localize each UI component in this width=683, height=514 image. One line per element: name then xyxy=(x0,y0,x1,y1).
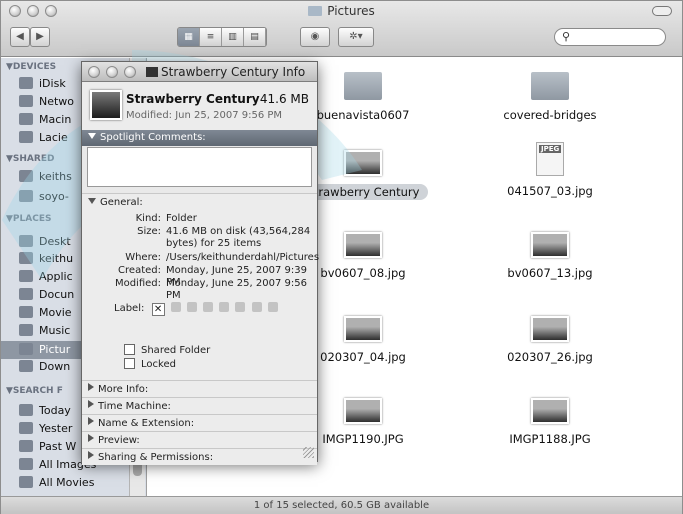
info-header: Strawberry Century 41.6 MB Modified: Jun… xyxy=(82,82,317,130)
preview-section[interactable]: Preview: xyxy=(82,431,317,448)
info-window-title: Strawberry Century Info xyxy=(146,65,305,79)
list-view-button[interactable]: ≡ xyxy=(200,28,222,46)
item-name: Strawberry Century xyxy=(126,92,260,106)
shared-folder-checkbox[interactable]: Shared Folder xyxy=(124,344,210,356)
view-mode-control: ▦ ≡ ▥ ▤ xyxy=(177,27,267,47)
label-none-button[interactable]: ✕ xyxy=(151,303,165,316)
disclosure-triangle-icon xyxy=(88,434,94,442)
coverflow-view-button[interactable]: ▤ xyxy=(244,28,266,46)
disclosure-triangle-icon xyxy=(88,133,96,139)
sidebar-item-all-movies[interactable]: All Movies xyxy=(19,474,145,492)
clock-icon xyxy=(19,404,33,416)
file-item[interactable]: IMGP1188.JPG xyxy=(475,390,625,446)
folder-preview-icon xyxy=(90,90,122,120)
smart-folder-icon xyxy=(19,458,33,470)
toolbar-toggle-button[interactable] xyxy=(652,6,672,16)
folder-icon xyxy=(344,72,382,100)
photo-thumbnail xyxy=(344,150,382,176)
documents-icon xyxy=(19,288,33,300)
disclosure-triangle-icon xyxy=(88,198,96,204)
locked-checkbox[interactable]: Locked xyxy=(124,358,176,370)
item-modified: Modified: Jun 25, 2007 9:56 PM xyxy=(126,110,283,121)
minimize-button[interactable] xyxy=(106,66,118,78)
photo-thumbnail xyxy=(344,316,382,342)
window-title: Pictures xyxy=(1,4,682,18)
forward-button[interactable]: ▶ xyxy=(30,27,50,47)
sidebar-section-places[interactable]: ▼PLACES xyxy=(6,214,51,224)
photo-thumbnail xyxy=(344,232,382,258)
idisk-icon xyxy=(19,77,33,89)
label-green-swatch[interactable] xyxy=(219,302,230,312)
downloads-icon xyxy=(19,360,33,372)
search-icon: ⚲ xyxy=(562,30,571,43)
external-drive-icon xyxy=(19,131,33,143)
general-section[interactable]: General: xyxy=(82,193,317,210)
computer-icon xyxy=(19,170,33,182)
file-item[interactable]: JPEG 041507_03.jpg xyxy=(475,142,625,198)
label-purple-swatch[interactable] xyxy=(251,302,262,312)
hard-drive-icon xyxy=(19,113,33,125)
file-item[interactable]: bv0607_13.jpg xyxy=(475,224,625,280)
item-size: 41.6 MB xyxy=(259,92,309,106)
sidebar-section-devices[interactable]: ▼DEVICES xyxy=(6,62,56,72)
sidebar-section-shared[interactable]: ▼SHARED xyxy=(6,154,54,164)
time-machine-section[interactable]: Time Machine: xyxy=(82,397,317,414)
folder-icon xyxy=(531,72,569,100)
sidebar-section-search-for[interactable]: ▼SEARCH F xyxy=(6,386,63,396)
quick-look-button[interactable]: ◉ xyxy=(300,27,330,47)
photo-thumbnail xyxy=(531,232,569,258)
label-gray-swatch[interactable] xyxy=(267,302,278,312)
computer-icon xyxy=(19,190,33,202)
label-picker: Label: ✕ xyxy=(114,302,278,316)
applications-icon xyxy=(19,270,33,282)
movies-icon xyxy=(19,306,33,318)
sharing-permissions-section[interactable]: Sharing & Permissions: xyxy=(82,448,317,465)
eye-icon: ◉ xyxy=(310,31,320,42)
status-bar: 1 of 15 selected, 60.5 GB available xyxy=(1,496,682,514)
info-titlebar[interactable]: Strawberry Century Info xyxy=(82,62,317,82)
spotlight-comments-section[interactable]: Spotlight Comments: xyxy=(82,130,317,146)
label-blue-swatch[interactable] xyxy=(235,302,246,312)
clock-icon xyxy=(19,440,33,452)
name-extension-section[interactable]: Name & Extension: xyxy=(82,414,317,431)
label-orange-swatch[interactable] xyxy=(186,302,197,312)
more-info-section[interactable]: More Info: xyxy=(82,380,317,397)
photo-thumbnail xyxy=(344,398,382,424)
jpeg-file-icon: JPEG xyxy=(536,142,564,176)
disclosure-triangle-icon xyxy=(88,383,94,391)
label-yellow-swatch[interactable] xyxy=(203,302,214,312)
clock-icon xyxy=(19,422,33,434)
spotlight-comments-field[interactable] xyxy=(87,147,312,187)
folder-icon xyxy=(308,6,323,16)
column-view-button[interactable]: ▥ xyxy=(222,28,244,46)
home-icon xyxy=(19,252,33,264)
file-item[interactable]: 020307_26.jpg xyxy=(475,308,625,364)
close-button[interactable] xyxy=(88,66,100,78)
search-input[interactable] xyxy=(575,30,659,44)
finder-toolbar: Pictures ◀ ▶ ▦ ≡ ▥ ▤ ◉ ✲▾ ⚲ xyxy=(1,1,682,57)
gear-icon: ✲▾ xyxy=(349,31,363,42)
photo-thumbnail xyxy=(531,316,569,342)
disclosure-triangle-icon xyxy=(88,451,94,459)
get-info-window: Strawberry Century Info Strawberry Centu… xyxy=(81,61,319,465)
general-details: Kind: Folder Size: 41.6 MB on disk (43,564… xyxy=(82,210,319,380)
resize-grip-icon[interactable] xyxy=(303,447,314,458)
folder-icon xyxy=(146,67,158,77)
file-item[interactable]: covered-bridges xyxy=(475,66,625,122)
music-icon xyxy=(19,324,33,336)
photo-thumbnail xyxy=(531,398,569,424)
desktop-icon xyxy=(19,235,33,247)
disclosure-triangle-icon xyxy=(88,400,94,408)
pictures-icon xyxy=(19,343,33,355)
disclosure-triangle-icon xyxy=(88,417,94,425)
smart-folder-icon xyxy=(19,476,33,488)
search-field[interactable]: ⚲ xyxy=(554,28,666,46)
label-red-swatch[interactable] xyxy=(170,302,181,312)
action-menu-button[interactable]: ✲▾ xyxy=(338,27,374,47)
icon-view-button[interactable]: ▦ xyxy=(178,28,200,46)
zoom-button[interactable] xyxy=(124,66,136,78)
back-button[interactable]: ◀ xyxy=(10,27,30,47)
network-icon xyxy=(19,95,33,107)
